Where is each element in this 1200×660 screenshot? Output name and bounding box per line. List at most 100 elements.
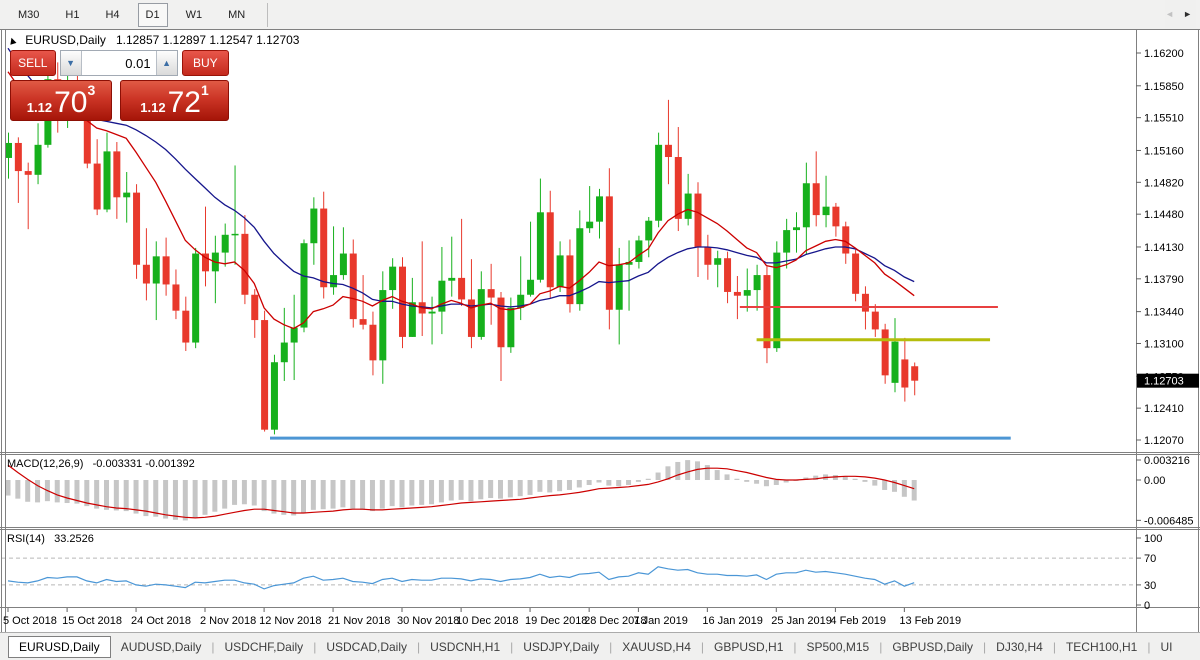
buy-button[interactable]: BUY bbox=[181, 50, 229, 76]
candle-down bbox=[251, 294, 259, 321]
macd-bar bbox=[212, 480, 218, 512]
candle-down bbox=[487, 289, 495, 298]
date-axis-label: 15 Oct 2018 bbox=[62, 615, 122, 627]
candle-down bbox=[14, 142, 22, 172]
chart-tab-tech100-h1[interactable]: TECH100,H1 bbox=[1056, 637, 1147, 657]
candle-up bbox=[389, 266, 397, 291]
chart-tab-gbpusd-daily[interactable]: GBPUSD,Daily bbox=[882, 637, 983, 657]
candle-down bbox=[871, 311, 879, 330]
chart-tab-usdchf-daily[interactable]: USDCHF,Daily bbox=[215, 637, 314, 657]
candle-up bbox=[556, 255, 564, 288]
candle-down bbox=[162, 256, 170, 285]
chart-tab-eurusd-daily[interactable]: EURUSD,Daily bbox=[8, 636, 111, 658]
rsi-value: 33.2526 bbox=[54, 533, 94, 545]
volume-decrease-button[interactable]: ▼ bbox=[60, 51, 82, 75]
macd-bar bbox=[862, 480, 868, 482]
macd-bar bbox=[35, 480, 41, 503]
macd-bar bbox=[645, 478, 651, 480]
buy-price-button[interactable]: 1.12 72 1 bbox=[120, 80, 229, 121]
candle-down bbox=[93, 163, 101, 210]
macd-axis-label: 0.00 bbox=[1144, 475, 1165, 487]
chart-tab-bar: EURUSD,Daily AUDUSD,Daily | USDCHF,Daily | US… bbox=[0, 632, 1200, 660]
chart-title: ▲ EURUSD,Daily 1.12857 1.12897 1.12547 1… bbox=[5, 33, 299, 48]
candle-down bbox=[911, 366, 919, 381]
macd-bar bbox=[232, 480, 238, 505]
price-axis-label: 1.12070 bbox=[1144, 435, 1184, 447]
chart-tab-ui[interactable]: UI bbox=[1150, 637, 1182, 657]
rsi-line bbox=[7, 566, 915, 590]
chart-tab-audusd-daily[interactable]: AUDUSD,Daily bbox=[111, 637, 212, 657]
candle-down bbox=[724, 258, 732, 292]
candle-up bbox=[527, 279, 535, 295]
candle-down bbox=[763, 275, 771, 349]
macd-axis-label: -0.006485 bbox=[1144, 515, 1194, 527]
macd-bar bbox=[911, 480, 917, 501]
date-axis-label: 5 Oct 2018 bbox=[3, 615, 57, 627]
macd-bar bbox=[606, 480, 612, 486]
candle-up bbox=[822, 206, 830, 216]
candle-down bbox=[182, 310, 190, 343]
tab-scroll-left-icon[interactable]: ◄ bbox=[1165, 9, 1174, 19]
candle-up bbox=[300, 243, 308, 328]
macd-bar bbox=[616, 480, 622, 487]
chart-tab-dj30-h4[interactable]: DJ30,H4 bbox=[986, 637, 1053, 657]
candle-down bbox=[605, 196, 613, 310]
price-axis-label: 1.14130 bbox=[1144, 242, 1184, 254]
chart-tab-xauusd-h4[interactable]: XAUUSD,H4 bbox=[612, 637, 701, 657]
chart-tab-usdjpy-daily[interactable]: USDJPY,Daily bbox=[513, 637, 609, 657]
macd-axis-label: 0.003216 bbox=[1144, 455, 1190, 467]
chart-tab-sp500-m15[interactable]: SP500,M15 bbox=[797, 637, 880, 657]
date-axis: 5 Oct 2018 15 Oct 2018 24 Oct 2018 2 Nov 20… bbox=[3, 608, 961, 627]
macd-bar bbox=[163, 480, 169, 519]
macd-bar bbox=[498, 480, 503, 499]
candle-down bbox=[901, 359, 909, 388]
candle-down bbox=[861, 293, 869, 312]
macd-values: -0.003331 -0.001392 bbox=[92, 458, 195, 470]
macd-bar bbox=[379, 480, 385, 509]
candle-down bbox=[359, 319, 367, 325]
volume-increase-button[interactable]: ▲ bbox=[155, 51, 177, 75]
candle-up bbox=[231, 233, 239, 236]
candle-up bbox=[428, 311, 436, 314]
date-axis-label: 30 Nov 2018 bbox=[397, 615, 459, 627]
macd-bar bbox=[773, 480, 779, 485]
price-axis-label: 1.15160 bbox=[1144, 145, 1184, 157]
candle-up bbox=[477, 289, 485, 337]
candle-up bbox=[123, 192, 131, 198]
date-axis-label: 13 Feb 2019 bbox=[899, 615, 961, 627]
chart-tab-usdcad-daily[interactable]: USDCAD,Daily bbox=[316, 637, 417, 657]
macd-bar bbox=[438, 480, 444, 503]
macd-bar bbox=[330, 480, 336, 509]
candle-down bbox=[733, 291, 741, 296]
sell-price-button[interactable]: 1.12 70 3 bbox=[10, 80, 113, 121]
candle-down bbox=[852, 253, 860, 294]
candle-down bbox=[832, 206, 840, 227]
macd-bar bbox=[882, 480, 888, 490]
candle-up bbox=[448, 277, 456, 281]
candle-down bbox=[113, 151, 121, 198]
tab-scroll-buttons: ◄ ► bbox=[1165, 0, 1196, 28]
candle-up bbox=[280, 342, 288, 363]
macd-bar bbox=[291, 480, 297, 516]
date-axis-label: 21 Nov 2018 bbox=[328, 615, 390, 627]
macd-bar bbox=[724, 474, 730, 480]
macd-bar bbox=[566, 480, 572, 490]
volume-input[interactable] bbox=[81, 51, 156, 75]
macd-bar bbox=[241, 480, 247, 505]
candle-down bbox=[241, 233, 249, 295]
date-axis-label: 2 Nov 2018 bbox=[200, 615, 256, 627]
macd-bar bbox=[15, 480, 21, 499]
chart-tab-gbpusd-h1[interactable]: GBPUSD,H1 bbox=[704, 637, 793, 657]
tab-scroll-right-icon[interactable]: ► bbox=[1183, 9, 1192, 19]
macd-bar bbox=[557, 480, 563, 492]
date-axis-label: 25 Jan 2019 bbox=[771, 615, 832, 627]
sell-button[interactable]: SELL bbox=[10, 50, 56, 76]
macd-bar bbox=[320, 480, 326, 510]
date-axis-label: 12 Nov 2018 bbox=[259, 615, 321, 627]
macd-bar bbox=[655, 472, 661, 480]
macd-bar bbox=[635, 480, 641, 482]
chart-tab-usdcnh-h1[interactable]: USDCNH,H1 bbox=[420, 637, 510, 657]
macd-bar bbox=[478, 480, 484, 500]
candle-up bbox=[408, 302, 416, 337]
macd-bar bbox=[133, 480, 139, 514]
